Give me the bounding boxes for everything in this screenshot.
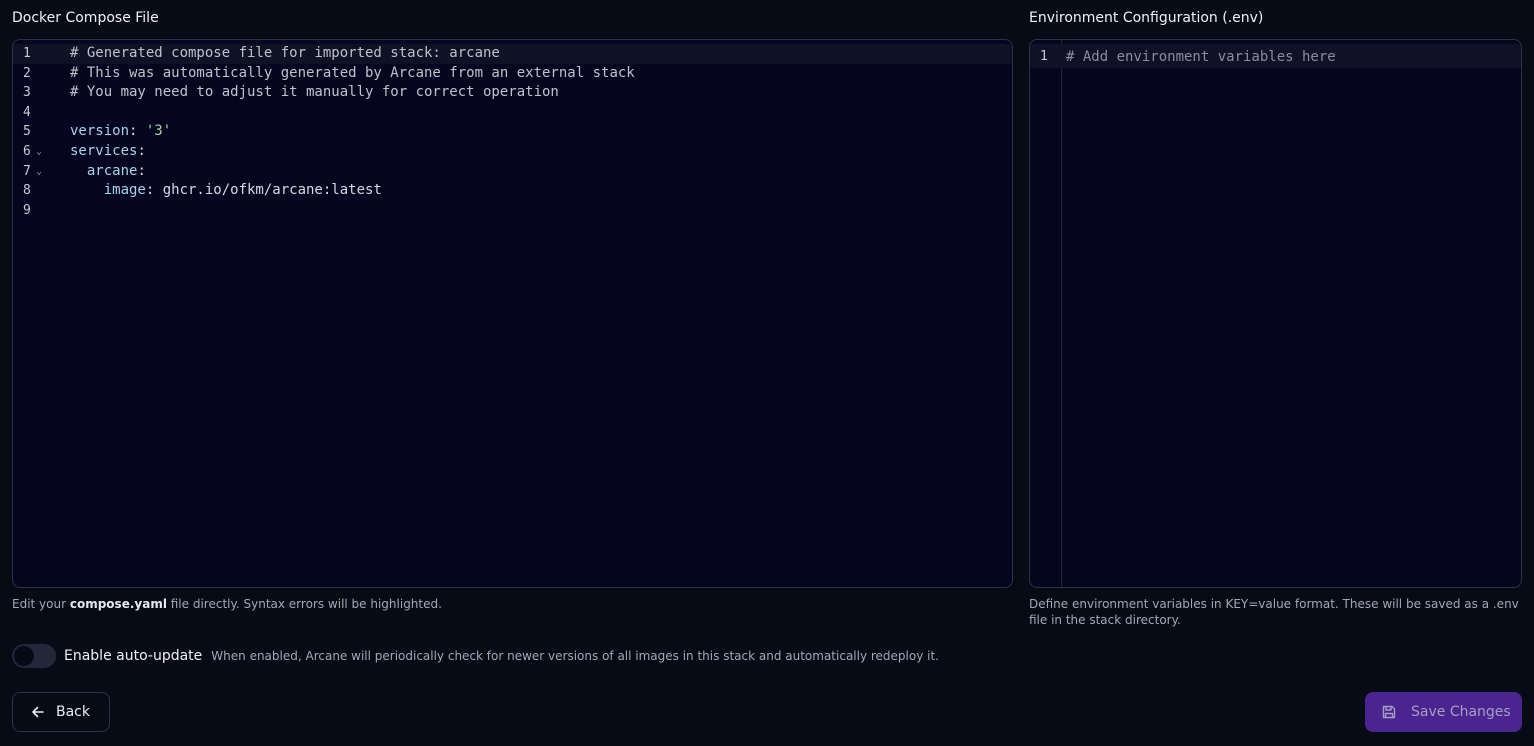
compose-code-editor[interactable]: 1 # Generated compose file for imported s… xyxy=(12,39,1013,588)
fold-chevron-down-icon[interactable]: ⌄ xyxy=(36,162,42,182)
code-token: # You may need to adjust it manually for… xyxy=(70,84,559,101)
compose-code-lines: 1 # Generated compose file for imported s… xyxy=(13,40,1012,220)
auto-update-description: When enabled, Arcane will periodically c… xyxy=(211,649,939,663)
code-line: 9 xyxy=(13,201,1012,221)
env-placeholder: # Add environment variables here xyxy=(1066,49,1336,65)
line-number: 2 xyxy=(23,65,31,81)
code-text: # This was automatically generated by Ar… xyxy=(70,64,635,84)
line-number: 5 xyxy=(23,124,31,140)
back-button[interactable]: Back xyxy=(12,692,110,732)
compose-help-filename: compose.yaml xyxy=(69,597,167,611)
auto-update-label: Enable auto-update xyxy=(64,648,203,664)
code-line: 1 # Generated compose file for imported s… xyxy=(13,44,1012,64)
code-line: 8 image: ghcr.io/ofkm/arcane:latest xyxy=(13,181,1012,201)
code-token: : ghcr.io/ofkm/arcane:latest xyxy=(145,182,382,199)
save-changes-button[interactable]: Save Changes xyxy=(1365,692,1522,732)
toggle-knob xyxy=(14,646,34,666)
code-line: 7 ⌄ arcane: xyxy=(13,162,1012,182)
code-token: : xyxy=(137,162,146,179)
code-token: # Generated compose file for imported st… xyxy=(70,45,500,61)
compose-file-title: Docker Compose File xyxy=(12,10,159,26)
code-text: services: xyxy=(70,142,146,162)
code-text: version: '3' xyxy=(70,122,171,142)
code-text: arcane: xyxy=(70,162,146,182)
line-number: 4 xyxy=(23,104,31,120)
line-number: 3 xyxy=(23,85,31,101)
compose-help-text: Edit your compose.yaml file directly. Sy… xyxy=(12,596,442,612)
arrow-left-icon xyxy=(30,704,46,720)
env-line-number: 1 xyxy=(1040,49,1048,64)
code-text: # Generated compose file for imported st… xyxy=(70,44,500,64)
auto-update-toggle[interactable] xyxy=(12,644,56,668)
compose-help-suffix: file directly. Syntax errors will be hig… xyxy=(166,597,442,611)
line-number: 9 xyxy=(23,202,31,218)
save-button-label: Save Changes xyxy=(1411,704,1511,720)
code-line: 3 # You may need to adjust it manually fo… xyxy=(13,83,1012,103)
compose-help-prefix: Edit your xyxy=(12,597,70,611)
code-line: 5 version: '3' xyxy=(13,122,1012,142)
back-button-label: Back xyxy=(56,704,90,720)
code-line: 4 xyxy=(13,103,1012,123)
line-number: 1 xyxy=(23,46,31,61)
env-code-editor[interactable]: 1 # Add environment variables here xyxy=(1029,39,1522,588)
code-token: : xyxy=(129,123,146,140)
code-token: # This was automatically generated by Ar… xyxy=(70,64,635,81)
code-token: : xyxy=(137,142,146,159)
code-token: arcane xyxy=(70,162,138,179)
stack-editor-page: Docker Compose File Environment Configur… xyxy=(0,0,1534,746)
code-text: # You may need to adjust it manually for… xyxy=(70,83,559,103)
code-text: image: ghcr.io/ofkm/arcane:latest xyxy=(70,181,382,201)
code-token: '3' xyxy=(145,123,172,140)
code-line: 6 ⌄ services: xyxy=(13,142,1012,162)
line-number: 8 xyxy=(23,183,31,199)
env-help-text: Define environment variables in KEY=valu… xyxy=(1029,597,1519,627)
floppy-disk-icon xyxy=(1381,704,1397,720)
code-token: services xyxy=(70,142,138,159)
env-active-line: 1 # Add environment variables here xyxy=(1030,44,1521,68)
env-editor-gutter xyxy=(1030,40,1062,587)
code-line: 2 # This was automatically generated by A… xyxy=(13,64,1012,84)
fold-chevron-down-icon[interactable]: ⌄ xyxy=(36,142,42,162)
auto-update-row: Enable auto-update When enabled, Arcane … xyxy=(12,644,939,668)
env-config-title: Environment Configuration (.env) xyxy=(1029,10,1264,26)
code-token: version xyxy=(70,123,130,140)
code-token: image xyxy=(70,182,146,199)
